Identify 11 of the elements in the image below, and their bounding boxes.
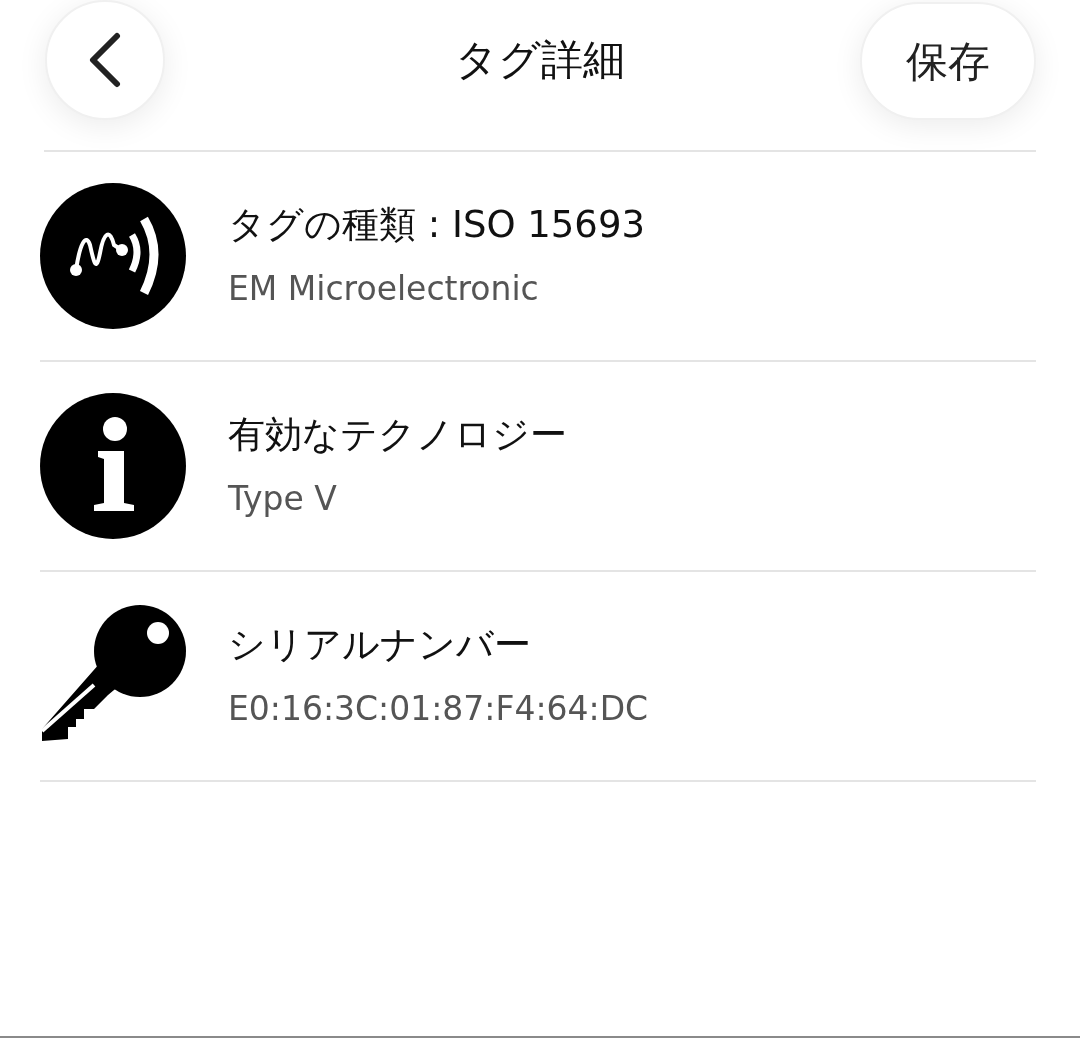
row-value: EM Microelectronic <box>228 269 540 309</box>
nfc-icon <box>40 183 186 329</box>
row-title: 有効なテクノロジー <box>228 413 567 458</box>
screen-title: タグ詳細 <box>455 35 625 84</box>
save-button[interactable]: 保存 <box>860 2 1036 120</box>
row-title: シリアルナンバー <box>228 623 532 668</box>
row-value: Type V <box>228 479 338 519</box>
row-value: E0:16:3C:01:87:F4:64:DC <box>228 689 649 729</box>
info-icon <box>40 393 186 539</box>
chevron-left-icon <box>87 32 123 88</box>
row-title: タグの種類 : ISO 15693 <box>228 203 645 248</box>
